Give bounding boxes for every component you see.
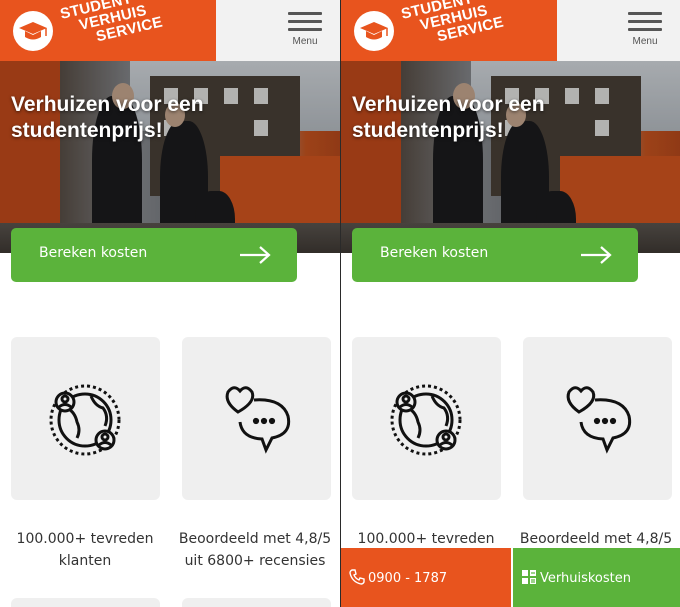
arrow-right-icon — [581, 246, 612, 264]
hero-image — [0, 61, 340, 253]
cta-label: Bereken kosten — [380, 245, 489, 261]
call-button[interactable]: 0900 - 1787 — [341, 548, 511, 607]
phone-icon — [349, 569, 365, 585]
menu-label: Menu — [632, 36, 658, 47]
logo-wordmark: STUDENT VERHUIS SERVICE — [399, 0, 506, 46]
feature-text-customers: 100.000+ tevreden klanten — [16, 531, 154, 569]
costs-label: Verhuiskosten — [540, 571, 631, 586]
feature-card-customers — [11, 337, 160, 500]
mobile-view-left: STUDENT VERHUIS SERVICE Menu Verhuizen v… — [0, 0, 340, 607]
hero-title: Verhuizen voor een studentenprijs! — [11, 93, 204, 142]
calculate-costs-button[interactable]: Bereken kosten — [11, 228, 297, 282]
globe-users-icon — [49, 384, 121, 456]
calculator-icon — [522, 570, 536, 584]
site-header: STUDENT VERHUIS SERVICE Menu — [0, 0, 340, 61]
moving-costs-button[interactable]: Verhuiskosten — [513, 548, 680, 607]
feature-card-partial — [11, 598, 160, 607]
graduation-cap-icon — [13, 11, 53, 51]
logo-wordmark: STUDENT VERHUIS SERVICE — [58, 0, 165, 46]
feature-card-customers — [352, 337, 501, 500]
menu-button[interactable]: Menu — [286, 12, 324, 52]
arrow-right-icon — [240, 246, 271, 264]
heart-speech-bubble-icon — [225, 386, 291, 454]
mobile-view-right: STUDENT VERHUIS SERVICE Menu Verhuizen v… — [341, 0, 680, 607]
feature-card-reviews — [523, 337, 672, 500]
feature-text-reviews: Beoordeeld met 4,8/5 uit 6800+ recensies — [178, 531, 332, 569]
site-header: STUDENT VERHUIS SERVICE Menu — [341, 0, 680, 61]
cta-label: Bereken kosten — [39, 245, 148, 261]
hamburger-icon — [288, 12, 322, 15]
phone-number: 0900 - 1787 — [368, 571, 448, 586]
hero-image — [341, 61, 680, 253]
menu-button[interactable]: Menu — [626, 12, 664, 52]
site-logo[interactable]: STUDENT VERHUIS SERVICE — [0, 0, 216, 61]
heart-speech-bubble-icon — [566, 386, 632, 454]
site-logo[interactable]: STUDENT VERHUIS SERVICE — [341, 0, 557, 61]
menu-label: Menu — [292, 36, 318, 47]
hamburger-icon — [628, 12, 662, 15]
calculate-costs-button[interactable]: Bereken kosten — [352, 228, 638, 282]
globe-users-icon — [390, 384, 462, 456]
hero-title: Verhuizen voor een studentenprijs! — [352, 93, 545, 142]
feature-card-partial — [182, 598, 331, 607]
graduation-cap-icon — [354, 11, 394, 51]
feature-card-reviews — [182, 337, 331, 500]
sticky-contact-bar: 0900 - 1787 Verhuiskosten — [341, 548, 680, 607]
